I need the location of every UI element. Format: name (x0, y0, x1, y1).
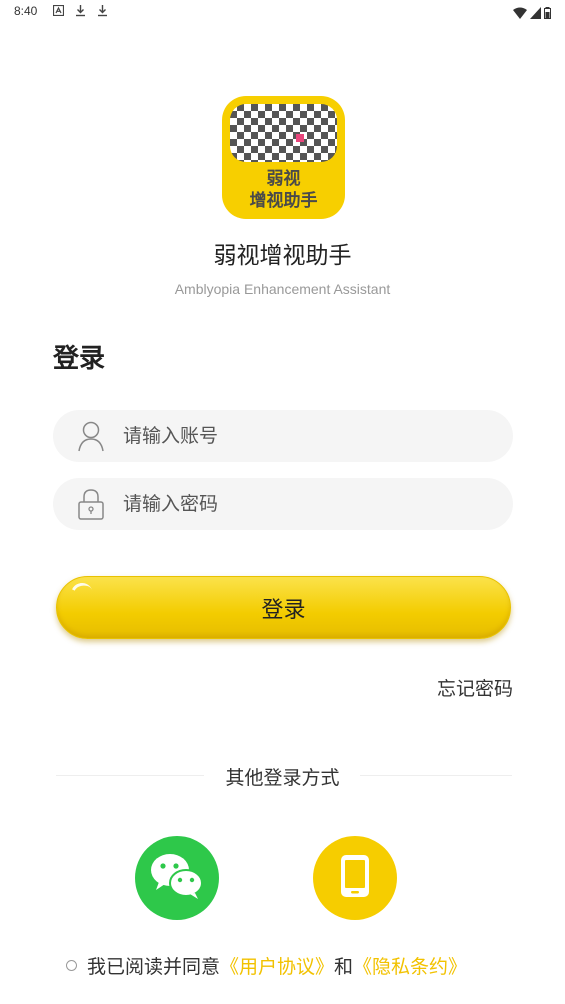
signal-icon (530, 4, 541, 23)
status-icons-right (513, 4, 551, 23)
red-dot (296, 134, 304, 142)
password-input[interactable] (123, 478, 493, 530)
divider-right (360, 775, 512, 776)
app-subtitle: Amblyopia Enhancement Assistant (174, 281, 391, 297)
account-input[interactable] (123, 410, 493, 462)
checkerboard-graphic (230, 104, 337, 162)
logo-text: 弱视 增视助手 (222, 168, 345, 212)
agree-radio[interactable] (66, 960, 77, 971)
password-field[interactable] (53, 478, 513, 530)
agreement-row: 我已阅读并同意 《用户协议》 和 《隐私条约》 (66, 952, 467, 979)
wechat-icon (149, 851, 205, 905)
download-icon (96, 3, 108, 17)
lock-icon (77, 488, 105, 520)
other-login-title: 其他登录方式 (225, 767, 340, 789)
wifi-icon (513, 4, 527, 23)
a-icon (52, 3, 64, 17)
privacy-policy-link[interactable]: 《隐私条约》 (353, 952, 467, 979)
wechat-login-button[interactable] (135, 836, 219, 920)
download-icon (74, 3, 86, 17)
logo-text-line1: 弱视 (266, 169, 301, 189)
battery-icon (544, 4, 551, 23)
phone-login-button[interactable] (313, 836, 397, 920)
app-logo: 弱视 增视助手 (222, 96, 345, 219)
login-button[interactable]: 登录 (56, 576, 511, 639)
agreement-prefix: 我已阅读并同意 (87, 956, 221, 978)
status-time: 8:40 (14, 4, 38, 18)
user-icon (77, 420, 105, 452)
login-title: 登录 (53, 344, 106, 374)
login-button-label: 登录 (261, 597, 306, 623)
logo-text-line2: 增视助手 (249, 191, 318, 211)
status-bar: 8:40 (0, 0, 565, 24)
phone-icon (339, 853, 371, 903)
user-agreement-link[interactable]: 《用户协议》 (220, 952, 334, 979)
forgot-password-link[interactable]: 忘记密码 (437, 674, 513, 701)
button-shine (67, 579, 97, 609)
agreement-conjunction: 和 (334, 956, 354, 978)
account-field[interactable] (53, 410, 513, 462)
app-name: 弱视增视助手 (213, 243, 352, 269)
status-icons-left (52, 3, 108, 17)
